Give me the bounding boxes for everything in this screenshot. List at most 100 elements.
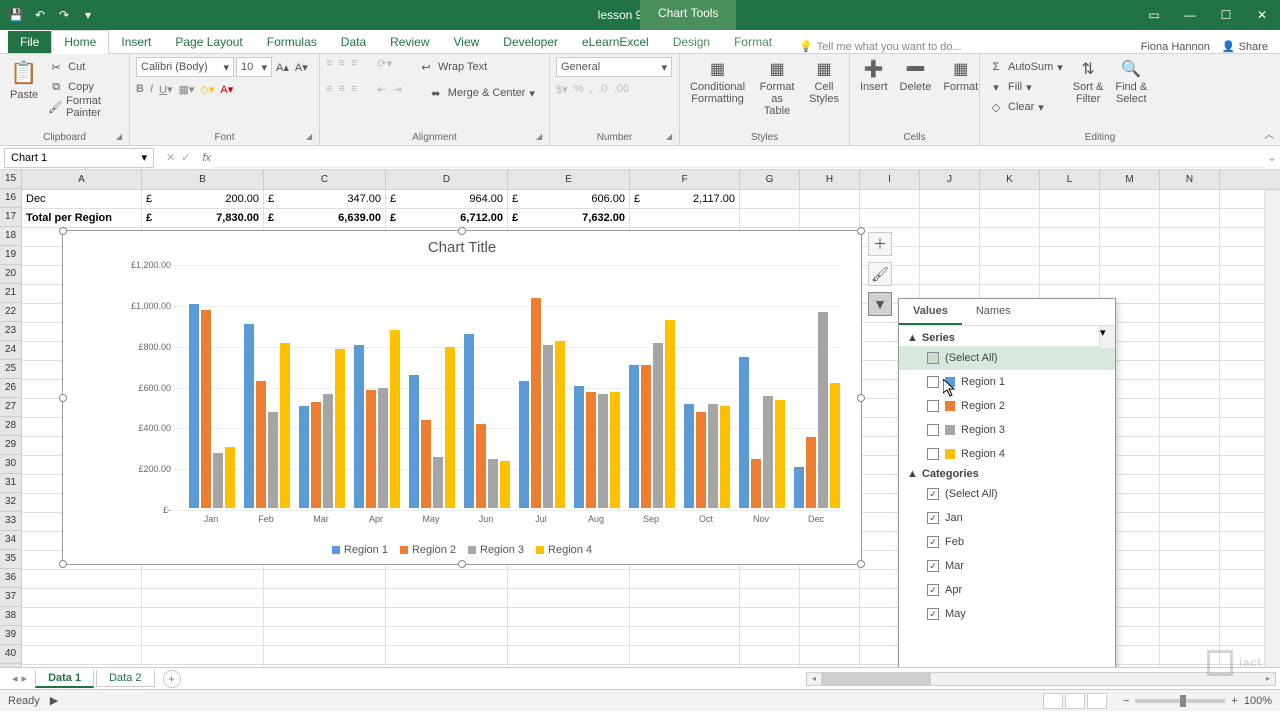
bar[interactable] bbox=[720, 406, 730, 508]
name-box[interactable]: Chart 1▾ bbox=[4, 148, 154, 168]
bar-group[interactable] bbox=[794, 312, 840, 508]
bar-group[interactable] bbox=[684, 404, 730, 508]
cell[interactable] bbox=[800, 570, 860, 588]
number-launcher[interactable]: ◢ bbox=[666, 132, 676, 142]
cell[interactable] bbox=[508, 665, 630, 667]
row-header[interactable]: 25 bbox=[0, 360, 21, 379]
cell[interactable] bbox=[920, 266, 980, 284]
row-header[interactable]: 31 bbox=[0, 474, 21, 493]
chart-filters-button[interactable]: ▼ bbox=[868, 292, 892, 316]
cell[interactable] bbox=[264, 570, 386, 588]
filter-tab-names[interactable]: Names bbox=[962, 299, 1025, 325]
chart-styles-button[interactable]: 🖌 bbox=[868, 262, 892, 286]
decrease-indent-icon[interactable]: ⇤ bbox=[377, 83, 386, 103]
cell[interactable] bbox=[22, 589, 142, 607]
cell[interactable]: £606.00 bbox=[508, 190, 630, 208]
cell[interactable] bbox=[1160, 285, 1220, 303]
filter-tab-values[interactable]: Values bbox=[899, 299, 962, 325]
cell[interactable]: £6,712.00 bbox=[386, 209, 508, 227]
decrease-font-icon[interactable]: A▾ bbox=[293, 57, 310, 77]
row-header[interactable]: 32 bbox=[0, 493, 21, 512]
cell[interactable] bbox=[920, 247, 980, 265]
checkbox[interactable] bbox=[927, 376, 939, 388]
grid[interactable]: ABCDEFGHIJKLMN Dec£200.00£347.00£964.00£… bbox=[22, 170, 1280, 667]
row-header[interactable]: 36 bbox=[0, 569, 21, 588]
tab-data[interactable]: Data bbox=[329, 31, 378, 53]
bar[interactable] bbox=[543, 345, 553, 508]
filter-item[interactable]: Apr bbox=[899, 578, 1115, 602]
cell[interactable] bbox=[386, 608, 508, 626]
column-header-A[interactable]: A bbox=[22, 170, 142, 189]
cell[interactable] bbox=[860, 209, 920, 227]
expand-formula-bar-icon[interactable]: ⌄ bbox=[1264, 151, 1280, 164]
row-header[interactable]: 33 bbox=[0, 512, 21, 531]
row-header[interactable]: 28 bbox=[0, 417, 21, 436]
font-launcher[interactable]: ◢ bbox=[306, 132, 316, 142]
cell[interactable] bbox=[1160, 494, 1220, 512]
bar[interactable] bbox=[213, 453, 223, 508]
filter-item[interactable]: Jan bbox=[899, 506, 1115, 530]
cell[interactable] bbox=[920, 190, 980, 208]
resize-handle[interactable] bbox=[59, 560, 67, 568]
vertical-scrollbar[interactable] bbox=[1264, 190, 1280, 667]
bold-button[interactable]: B bbox=[136, 83, 144, 96]
column-header-L[interactable]: L bbox=[1040, 170, 1100, 189]
accounting-format-icon[interactable]: $▾ bbox=[556, 83, 568, 96]
page-break-view-button[interactable] bbox=[1087, 693, 1107, 709]
row-header[interactable]: 26 bbox=[0, 379, 21, 398]
cell[interactable] bbox=[980, 209, 1040, 227]
tab-view[interactable]: View bbox=[442, 31, 492, 53]
bar[interactable] bbox=[775, 400, 785, 508]
macro-record-icon[interactable]: ▶ bbox=[50, 694, 58, 707]
cancel-formula-icon[interactable]: ✕ bbox=[166, 151, 175, 164]
tab-formulas[interactable]: Formulas bbox=[255, 31, 329, 53]
cell[interactable] bbox=[508, 627, 630, 645]
cell[interactable] bbox=[1160, 513, 1220, 531]
chart-legend[interactable]: Region 1Region 2Region 3Region 4 bbox=[63, 544, 861, 556]
bar-group[interactable] bbox=[629, 320, 675, 508]
tab-format[interactable]: Format bbox=[722, 31, 784, 53]
checkbox[interactable] bbox=[927, 608, 939, 620]
bar[interactable] bbox=[629, 365, 639, 508]
cell[interactable] bbox=[1100, 247, 1160, 265]
sheet-nav-prev-icon[interactable]: ◂ bbox=[12, 672, 18, 685]
bar[interactable] bbox=[830, 383, 840, 508]
bar-group[interactable] bbox=[409, 347, 455, 508]
bar[interactable] bbox=[488, 459, 498, 508]
bar[interactable] bbox=[531, 298, 541, 508]
zoom-slider[interactable] bbox=[1135, 699, 1225, 703]
decrease-decimal-icon[interactable]: .00 bbox=[614, 83, 629, 96]
bar[interactable] bbox=[378, 388, 388, 508]
resize-handle[interactable] bbox=[857, 560, 865, 568]
row-header[interactable]: 23 bbox=[0, 322, 21, 341]
column-header-N[interactable]: N bbox=[1160, 170, 1220, 189]
resize-handle[interactable] bbox=[857, 394, 865, 402]
row-header[interactable]: 21 bbox=[0, 284, 21, 303]
filter-item[interactable]: Region 1 bbox=[899, 370, 1115, 394]
cell[interactable] bbox=[22, 665, 142, 667]
bar[interactable] bbox=[751, 459, 761, 508]
bar-group[interactable] bbox=[244, 324, 290, 508]
underline-button[interactable]: U▾ bbox=[159, 83, 172, 96]
cell[interactable] bbox=[800, 608, 860, 626]
bar[interactable] bbox=[763, 396, 773, 508]
tab-elearnexcel[interactable]: eLearnExcel bbox=[570, 31, 661, 53]
column-header-F[interactable]: F bbox=[630, 170, 740, 189]
paste-button[interactable]: 📋Paste bbox=[6, 57, 42, 103]
cell[interactable] bbox=[1160, 190, 1220, 208]
cell[interactable]: £2,117.00 bbox=[630, 190, 740, 208]
cell[interactable] bbox=[630, 570, 740, 588]
row-header[interactable]: 27 bbox=[0, 398, 21, 417]
ribbon-display-icon[interactable]: ▭ bbox=[1136, 0, 1172, 30]
tab-file[interactable]: File bbox=[8, 31, 51, 53]
cell[interactable] bbox=[22, 608, 142, 626]
filter-item[interactable]: (Select All) bbox=[899, 482, 1115, 506]
bar-group[interactable] bbox=[519, 298, 565, 508]
close-button[interactable]: ✕ bbox=[1244, 0, 1280, 30]
tab-home[interactable]: Home bbox=[51, 30, 109, 54]
filter-item[interactable]: May bbox=[899, 602, 1115, 626]
increase-font-icon[interactable]: A▴ bbox=[274, 57, 291, 77]
collapse-icon[interactable]: ▲ bbox=[907, 468, 918, 480]
bar[interactable] bbox=[421, 420, 431, 508]
cell[interactable] bbox=[386, 570, 508, 588]
